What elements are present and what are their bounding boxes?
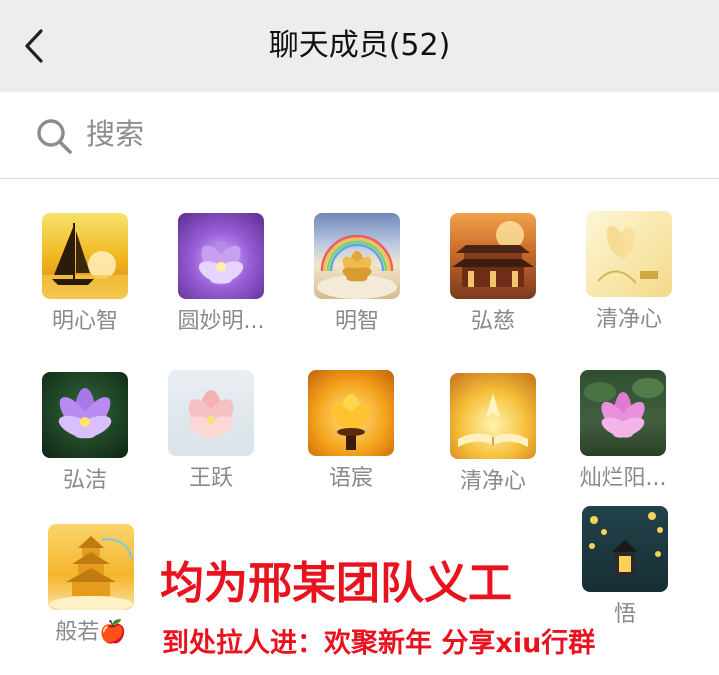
member-name: 语宸 [328, 466, 373, 491]
member-name: 明心智 [51, 309, 118, 334]
member-name: 灿烂阳... [579, 466, 667, 491]
search-bar[interactable] [0, 92, 719, 179]
member-name: 圆妙明... [177, 309, 265, 334]
avatar [580, 370, 666, 456]
avatar [450, 213, 536, 299]
member-name: 清净心 [595, 307, 662, 332]
member-item[interactable]: 清净心 [574, 211, 684, 335]
avatar [314, 213, 400, 299]
avatar [48, 524, 134, 610]
member-item[interactable]: 清净心 [438, 373, 548, 497]
member-item[interactable]: 悟 [570, 506, 680, 630]
member-item[interactable]: 灿烂阳... [568, 370, 678, 494]
member-item[interactable]: 王跃 [156, 370, 266, 494]
member-name: 明智 [334, 309, 379, 334]
member-name: 王跃 [188, 466, 233, 491]
avatar [586, 211, 672, 297]
avatar [582, 506, 668, 592]
member-name: 弘慈 [470, 309, 515, 334]
search-icon [37, 119, 72, 154]
avatar [42, 372, 128, 458]
member-name: 清净心 [459, 469, 526, 494]
member-name: 般若🍎 [55, 620, 127, 645]
warning-subtext: 到处拉人进：欢聚新年 分享xiu行群 [162, 628, 596, 659]
avatar [42, 213, 128, 299]
search-input[interactable] [86, 114, 666, 154]
title-bar: 聊天成员(52) [0, 0, 719, 92]
member-item[interactable]: 弘慈 [438, 213, 548, 337]
avatar [178, 213, 264, 299]
member-item[interactable]: 明心智 [30, 213, 140, 337]
member-item[interactable]: 语宸 [296, 370, 406, 494]
avatar [168, 370, 254, 456]
member-item[interactable]: 圆妙明... [166, 213, 276, 337]
warning-text: 均为邢某团队义工 [160, 558, 512, 609]
avatar [450, 373, 536, 459]
member-name: 弘洁 [62, 468, 107, 493]
member-item[interactable]: 明智 [302, 213, 412, 337]
member-item[interactable]: 般若🍎 [36, 524, 146, 648]
page-title: 聊天成员(52) [268, 28, 451, 63]
avatar [308, 370, 394, 456]
member-item[interactable]: 弘洁 [30, 372, 140, 496]
